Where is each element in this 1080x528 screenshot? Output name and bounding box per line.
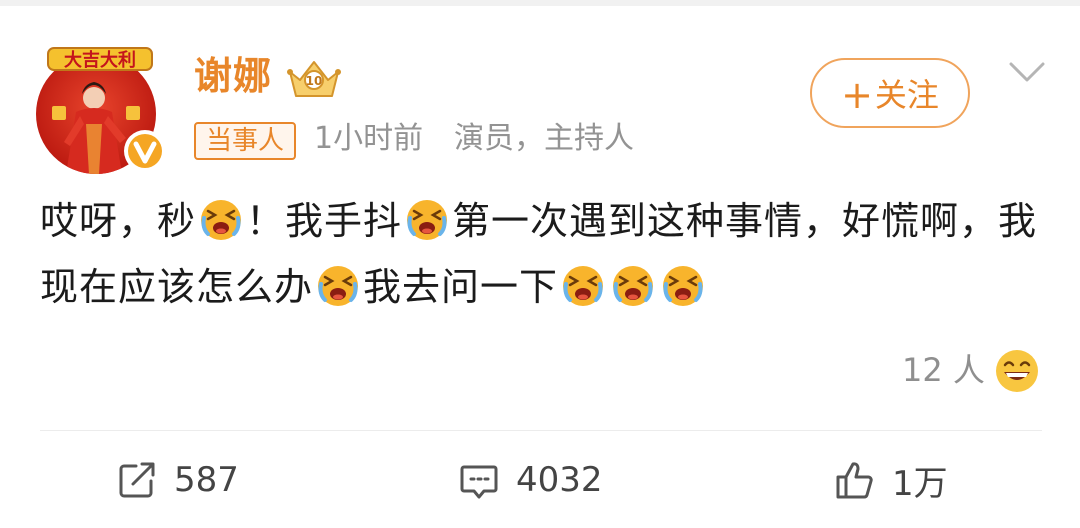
plus-icon: +	[841, 73, 873, 117]
crying-face-icon	[611, 264, 655, 308]
role-tag-badge: 当事人	[194, 122, 297, 160]
author-description: 演员，主持人	[454, 121, 634, 156]
post-text-segment: 哎呀，秒	[40, 199, 197, 243]
grinning-face-icon[interactable]	[994, 348, 1040, 394]
author-name[interactable]: 谢娜	[194, 50, 272, 102]
crying-face-icon	[405, 198, 449, 242]
chevron-down-icon[interactable]	[1008, 60, 1046, 84]
post-timestamp: 1小时前	[314, 121, 424, 156]
svg-text:大吉大利: 大吉大利	[64, 49, 136, 71]
divider	[40, 430, 1042, 431]
svg-text:10: 10	[306, 74, 323, 88]
avatar-banner-graphic: 大吉大利	[47, 47, 153, 71]
reaction-count[interactable]: 12 人	[902, 348, 985, 392]
crying-face-icon	[661, 264, 705, 308]
repost-count: 587	[174, 460, 239, 500]
crying-face-icon	[561, 264, 605, 308]
post-text-segment: 我去问一下	[363, 265, 559, 309]
avatar-banner: 大吉大利	[46, 42, 154, 72]
comment-count: 4032	[516, 460, 603, 500]
comment-button[interactable]: 4032	[458, 456, 603, 504]
post-text-segment: ！我手抖	[246, 199, 403, 243]
member-rank-icon: 10	[286, 58, 342, 102]
thumbs-up-icon	[834, 459, 876, 501]
follow-button[interactable]: +关注	[810, 58, 970, 128]
follow-button-label: 关注	[874, 76, 939, 114]
like-button[interactable]: 1万	[834, 456, 948, 504]
repost-icon	[116, 459, 158, 501]
top-divider-strip	[0, 0, 1080, 6]
verified-badge-icon	[122, 128, 168, 174]
post-body: 哎呀，秒 ！我手抖 第一次遇到这种事情，好慌啊，我现在应该怎么办 我去问一下	[40, 188, 1050, 320]
crying-face-icon	[316, 264, 360, 308]
repost-button[interactable]: 587	[116, 456, 239, 504]
comment-icon	[458, 459, 500, 501]
like-count: 1万	[892, 463, 948, 504]
crying-face-icon	[199, 198, 243, 242]
author-avatar-container[interactable]: 大吉大利	[36, 42, 166, 174]
